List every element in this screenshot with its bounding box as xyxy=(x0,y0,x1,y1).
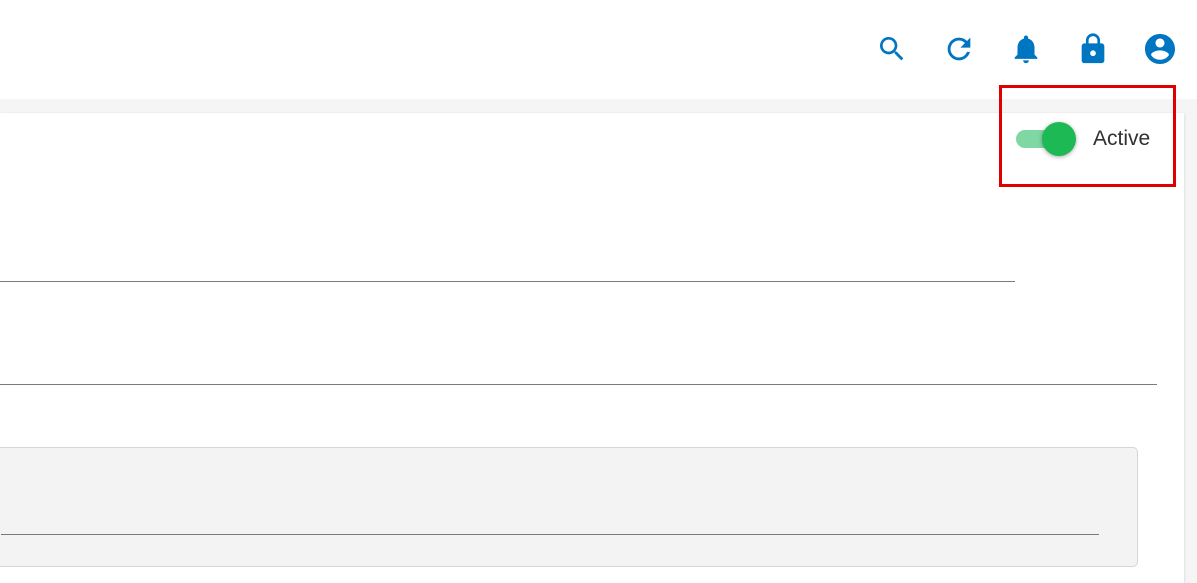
filled-text-field[interactable] xyxy=(0,447,1138,567)
lock-icon xyxy=(1081,33,1105,64)
notifications-button[interactable] xyxy=(1003,30,1049,68)
filled-field-underline xyxy=(1,534,1099,535)
toolbar-icons xyxy=(869,30,1183,68)
search-button[interactable] xyxy=(869,30,915,68)
active-toggle[interactable] xyxy=(1016,122,1078,156)
lock-button[interactable] xyxy=(1070,30,1116,68)
text-field-underline[interactable] xyxy=(0,384,1157,385)
account-button[interactable] xyxy=(1137,30,1183,68)
toggle-thumb xyxy=(1042,122,1076,156)
refresh-button[interactable] xyxy=(936,30,982,68)
refresh-icon xyxy=(947,37,971,61)
toggle-label: Active xyxy=(1093,127,1151,150)
text-field-underline[interactable] xyxy=(0,281,1015,282)
search-icon xyxy=(880,37,904,61)
account-circle-icon xyxy=(1145,34,1175,64)
bell-icon xyxy=(1014,35,1038,64)
